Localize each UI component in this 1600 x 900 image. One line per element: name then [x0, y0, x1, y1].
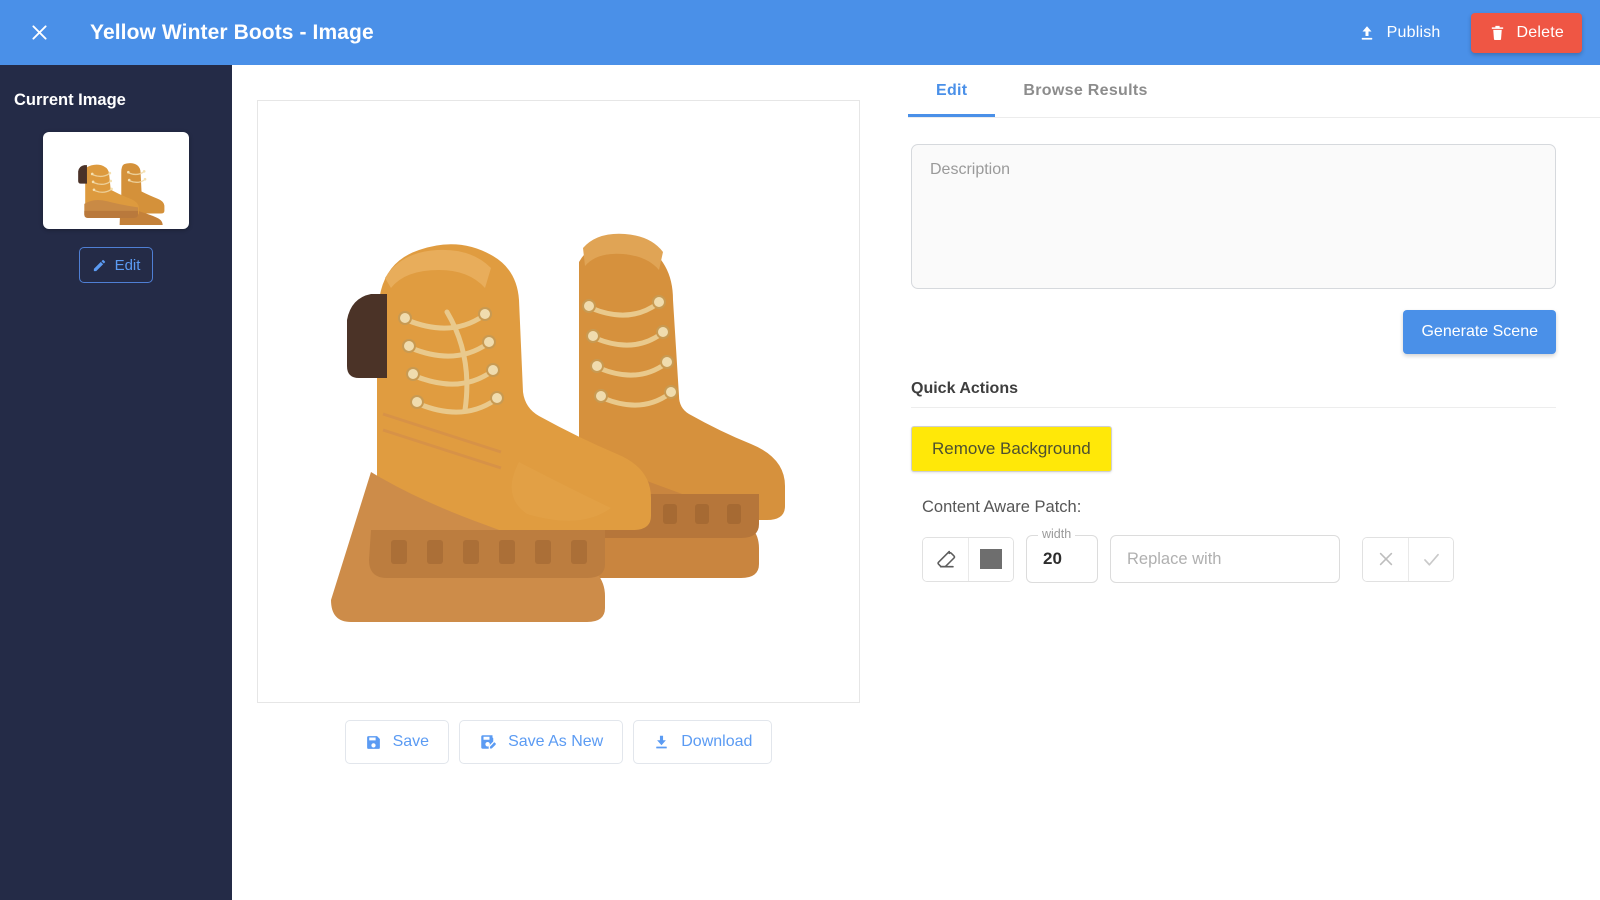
boots-main-image — [279, 142, 839, 662]
current-image-thumbnail[interactable] — [43, 132, 189, 229]
close-icon — [1376, 549, 1396, 569]
page-title: Yellow Winter Boots - Image — [90, 21, 374, 45]
replace-with-field[interactable] — [1110, 535, 1340, 583]
patch-tool-group — [922, 537, 1014, 582]
save-label: Save — [393, 733, 429, 751]
width-input[interactable] — [1041, 548, 1083, 570]
save-as-new-label: Save As New — [508, 733, 603, 751]
save-floppy-icon — [365, 734, 382, 751]
eraser-tool-button[interactable] — [923, 538, 968, 581]
canvas-area: Save Save As New Download — [232, 65, 908, 900]
pencil-icon — [92, 258, 107, 273]
quick-actions-heading: Quick Actions — [911, 380, 1556, 408]
apply-patch-button[interactable] — [1408, 538, 1453, 581]
close-button[interactable] — [22, 16, 56, 50]
delete-button[interactable]: Delete — [1471, 13, 1582, 53]
content-aware-patch-label: Content Aware Patch: — [922, 498, 1600, 517]
content-aware-patch-toolbar: width — [922, 535, 1600, 583]
save-button[interactable]: Save — [345, 720, 449, 764]
panel-tabs: Edit Browse Results — [908, 65, 1600, 118]
download-icon — [653, 733, 670, 751]
filled-square-icon — [980, 549, 1002, 569]
tab-edit-label: Edit — [936, 82, 967, 100]
boots-thumbnail-image — [50, 137, 182, 225]
sidebar: Current Image — [0, 65, 232, 900]
description-input[interactable] — [911, 144, 1556, 289]
image-canvas[interactable] — [257, 100, 860, 703]
save-as-new-icon — [479, 733, 497, 751]
download-button[interactable]: Download — [633, 720, 772, 764]
upload-icon — [1358, 24, 1376, 42]
color-swatch-button[interactable] — [968, 538, 1013, 581]
cancel-patch-button[interactable] — [1363, 538, 1408, 581]
generate-scene-row: Generate Scene — [908, 310, 1556, 354]
close-icon — [29, 22, 50, 43]
replace-with-input[interactable] — [1125, 549, 1325, 570]
app-header: Yellow Winter Boots - Image Publish Dele… — [0, 0, 1600, 65]
publish-button[interactable]: Publish — [1342, 13, 1457, 53]
eraser-icon — [935, 548, 957, 570]
generate-scene-button[interactable]: Generate Scene — [1403, 310, 1556, 354]
canvas-action-bar: Save Save As New Download — [257, 720, 860, 764]
width-field[interactable]: width — [1026, 535, 1098, 583]
save-as-new-button[interactable]: Save As New — [459, 720, 623, 764]
patch-confirm-group — [1362, 537, 1454, 582]
trash-icon — [1489, 24, 1506, 42]
header-actions: Publish Delete — [1342, 13, 1582, 53]
remove-background-button[interactable]: Remove Background — [911, 426, 1112, 472]
check-icon — [1421, 549, 1442, 570]
delete-label: Delete — [1517, 24, 1564, 42]
right-panel: Edit Browse Results Generate Scene Quick… — [908, 65, 1600, 900]
sidebar-edit-label: Edit — [115, 257, 141, 274]
tab-edit[interactable]: Edit — [908, 65, 995, 117]
sidebar-heading: Current Image — [14, 91, 232, 110]
publish-label: Publish — [1387, 24, 1441, 42]
download-label: Download — [681, 733, 752, 751]
sidebar-edit-button[interactable]: Edit — [79, 247, 153, 283]
width-field-legend: width — [1038, 528, 1075, 541]
tab-browse-results[interactable]: Browse Results — [995, 65, 1175, 117]
tab-browse-results-label: Browse Results — [1023, 82, 1147, 100]
